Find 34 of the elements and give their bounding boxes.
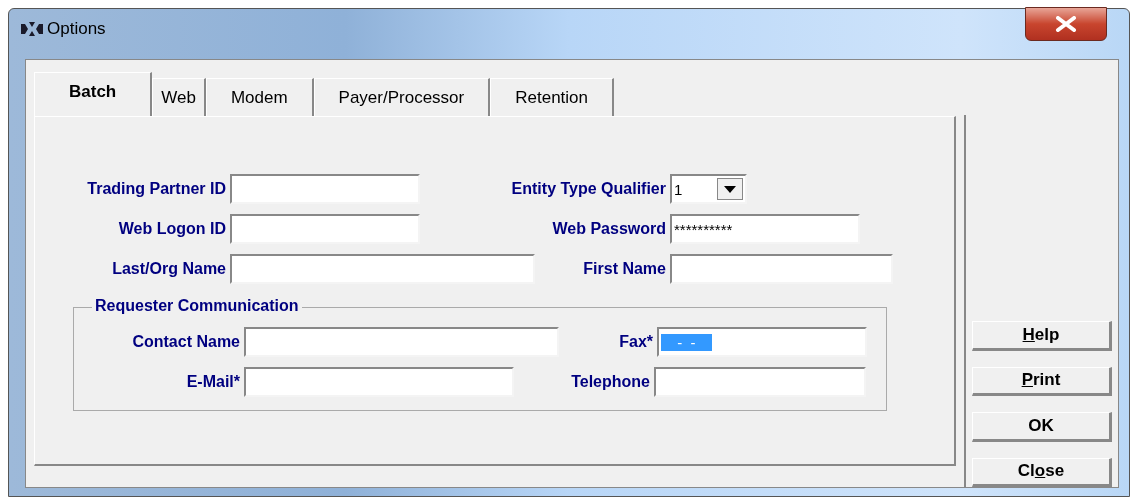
tab[interactable]: Payer/Processor [313,78,491,116]
dialog-button[interactable]: OK [972,412,1112,442]
input-field[interactable] [230,214,420,244]
field-label: Telephone [570,373,651,391]
dropdown-arrow-icon[interactable] [724,185,736,193]
dialog-button[interactable]: Close [972,457,1112,487]
input-field[interactable] [230,254,535,284]
field-label: E-Mail* [185,373,241,391]
combo-box[interactable]: 1 [670,174,747,204]
group-title: Requester Communication [92,297,302,315]
close-button[interactable] [1025,7,1107,41]
tab[interactable]: Retention [490,78,615,116]
app-logo-icon [21,22,43,36]
input-field[interactable]: ********** [670,214,860,244]
input-field[interactable] [244,367,514,397]
field-label: Web Logon ID [117,220,227,238]
field-label: Trading Partner ID [86,180,227,198]
dialog-button[interactable]: Help [972,321,1112,351]
field-label: First Name [582,260,667,278]
input-field[interactable] [654,367,866,397]
close-icon[interactable] [1055,16,1077,32]
field-label: Contact Name [131,333,241,351]
window-title: Options [47,19,106,39]
field-label: Fax* [618,333,654,351]
tab[interactable]: Modem [205,78,314,116]
tab[interactable]: Batch [34,72,153,116]
field-label: Last/Org Name [111,260,227,278]
field-label: Entity Type Qualifier [510,180,667,198]
input-field[interactable] [230,174,420,204]
dialog-button[interactable]: Print [972,366,1112,396]
field-label: Web Password [551,220,667,238]
tab[interactable]: Web [152,78,206,116]
input-field[interactable] [244,327,559,357]
input-field[interactable] [670,254,893,284]
